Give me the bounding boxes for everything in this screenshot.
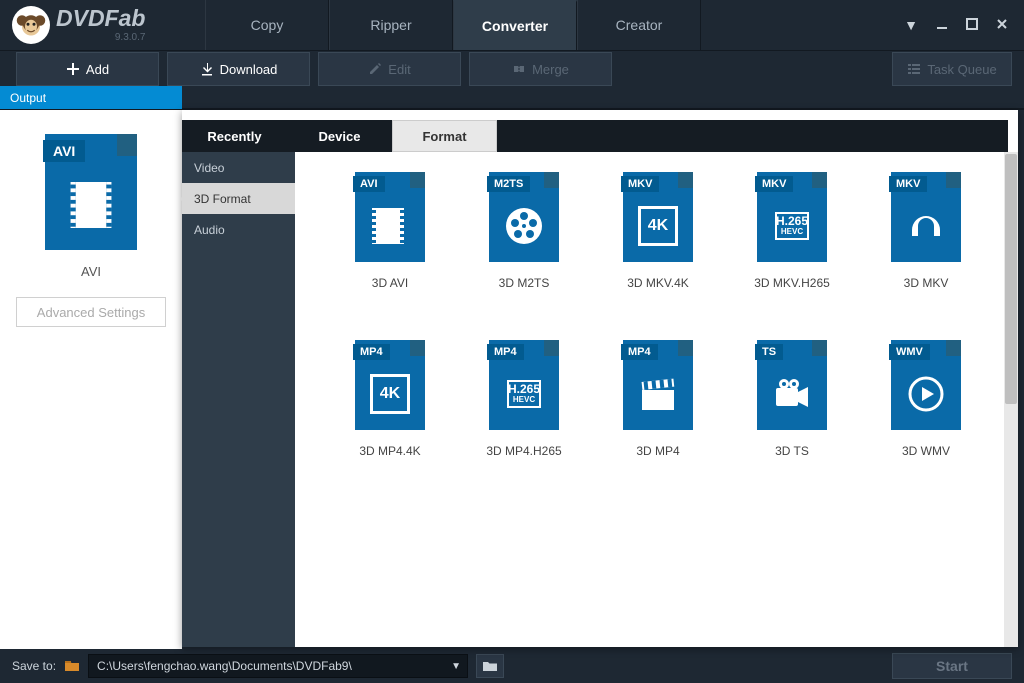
edit-button: Edit xyxy=(318,52,461,86)
scrollbar-thumb[interactable] xyxy=(1005,154,1017,404)
panel-tab-format[interactable]: Format xyxy=(392,120,497,152)
monkey-icon xyxy=(12,6,50,44)
4k-icon: 4K xyxy=(623,198,693,254)
start-button[interactable]: Start xyxy=(892,653,1012,679)
format-item-3d-m2ts[interactable]: M2TS 3D M2TS xyxy=(457,172,591,290)
format-caption: 3D M2TS xyxy=(499,276,550,290)
edit-label: Edit xyxy=(388,62,410,77)
dropdown-icon[interactable]: ▼ xyxy=(904,17,918,33)
headset-icon xyxy=(891,198,961,254)
clapper-icon xyxy=(623,366,693,422)
output-format-tile[interactable]: AVI xyxy=(45,134,137,250)
merge-label: Merge xyxy=(532,62,569,77)
format-badge: MP4 xyxy=(487,344,524,360)
download-button[interactable]: Download xyxy=(167,52,310,86)
format-item-3d-ts[interactable]: TS 3D TS xyxy=(725,340,859,458)
format-badge: MP4 xyxy=(621,344,658,360)
format-caption: 3D MP4 xyxy=(636,444,679,458)
brand-version: 9.3.0.7 xyxy=(56,32,145,43)
format-badge: AVI xyxy=(353,176,385,192)
tab-ripper[interactable]: Ripper xyxy=(329,0,453,50)
format-item-3d-mp4-h265[interactable]: MP4 H.265HEVC 3D MP4.H265 xyxy=(457,340,591,458)
format-badge: TS xyxy=(755,344,783,360)
brand-name: DVDFab xyxy=(56,7,145,30)
output-header: Output xyxy=(0,86,182,109)
format-badge: WMV xyxy=(889,344,930,360)
camera-icon xyxy=(757,366,827,422)
output-format-badge: AVI xyxy=(43,140,85,162)
format-caption: 3D MP4.4K xyxy=(359,444,420,458)
format-item-3d-mkv[interactable]: MKV 3D MKV xyxy=(859,172,993,290)
format-caption: 3D MP4.H265 xyxy=(486,444,561,458)
panel-tab-recently[interactable]: Recently xyxy=(182,120,287,152)
task-queue-button[interactable]: Task Queue xyxy=(892,52,1012,86)
output-format-caption: AVI xyxy=(81,264,101,279)
format-caption: 3D MKV.H265 xyxy=(754,276,830,290)
merge-button: Merge xyxy=(469,52,612,86)
format-badge: MKV xyxy=(621,176,659,192)
download-label: Download xyxy=(220,62,278,77)
panel-tab-device[interactable]: Device xyxy=(287,120,392,152)
format-caption: 3D MKV xyxy=(904,276,949,290)
folder-icon xyxy=(64,658,80,675)
browse-folder-button[interactable] xyxy=(476,654,504,678)
format-item-3d-mkv-4k[interactable]: MKV 4K 3D MKV.4K xyxy=(591,172,725,290)
category-3d-format[interactable]: 3D Format xyxy=(182,183,295,214)
minimize-icon[interactable] xyxy=(936,17,948,33)
format-item-3d-mp4[interactable]: MP4 3D MP4 xyxy=(591,340,725,458)
category-video[interactable]: Video xyxy=(182,152,295,183)
save-path-text: C:\Users\fengchao.wang\Documents\DVDFab9… xyxy=(97,659,352,673)
advanced-settings-button[interactable]: Advanced Settings xyxy=(16,297,166,327)
4k-icon: 4K xyxy=(355,366,425,422)
format-badge: MKV xyxy=(889,176,927,192)
task-queue-label: Task Queue xyxy=(927,62,996,77)
reel-icon xyxy=(489,198,559,254)
category-audio[interactable]: Audio xyxy=(182,214,295,245)
format-item-3d-mp4-4k[interactable]: MP4 4K 3D MP4.4K xyxy=(323,340,457,458)
format-badge: MP4 xyxy=(353,344,390,360)
format-caption: 3D WMV xyxy=(902,444,950,458)
play-icon xyxy=(891,366,961,422)
tab-creator[interactable]: Creator xyxy=(577,0,701,50)
format-item-3d-mkv-h265[interactable]: MKV H.265HEVC 3D MKV.H265 xyxy=(725,172,859,290)
maximize-icon[interactable] xyxy=(966,17,978,33)
tab-copy[interactable]: Copy xyxy=(205,0,329,50)
h265-icon: H.265HEVC xyxy=(757,198,827,254)
format-badge: MKV xyxy=(755,176,793,192)
save-path-field[interactable]: C:\Users\fengchao.wang\Documents\DVDFab9… xyxy=(88,654,468,678)
app-logo: DVDFab 9.3.0.7 xyxy=(0,6,205,44)
chevron-down-icon[interactable]: ▼ xyxy=(451,661,461,672)
format-badge: M2TS xyxy=(487,176,530,192)
format-item-3d-avi[interactable]: AVI 3D AVI xyxy=(323,172,457,290)
add-label: Add xyxy=(86,62,109,77)
h265-icon: H.265HEVC xyxy=(489,366,559,422)
tab-converter[interactable]: Converter xyxy=(453,0,577,50)
save-to-label: Save to: xyxy=(12,659,56,673)
close-icon[interactable] xyxy=(996,17,1008,33)
scrollbar-track[interactable] xyxy=(1004,152,1018,647)
film-icon xyxy=(45,170,137,240)
add-button[interactable]: Add xyxy=(16,52,159,86)
format-item-3d-wmv[interactable]: WMV 3D WMV xyxy=(859,340,993,458)
format-caption: 3D AVI xyxy=(372,276,408,290)
format-caption: 3D MKV.4K xyxy=(627,276,689,290)
film-icon xyxy=(355,198,425,254)
format-caption: 3D TS xyxy=(775,444,809,458)
